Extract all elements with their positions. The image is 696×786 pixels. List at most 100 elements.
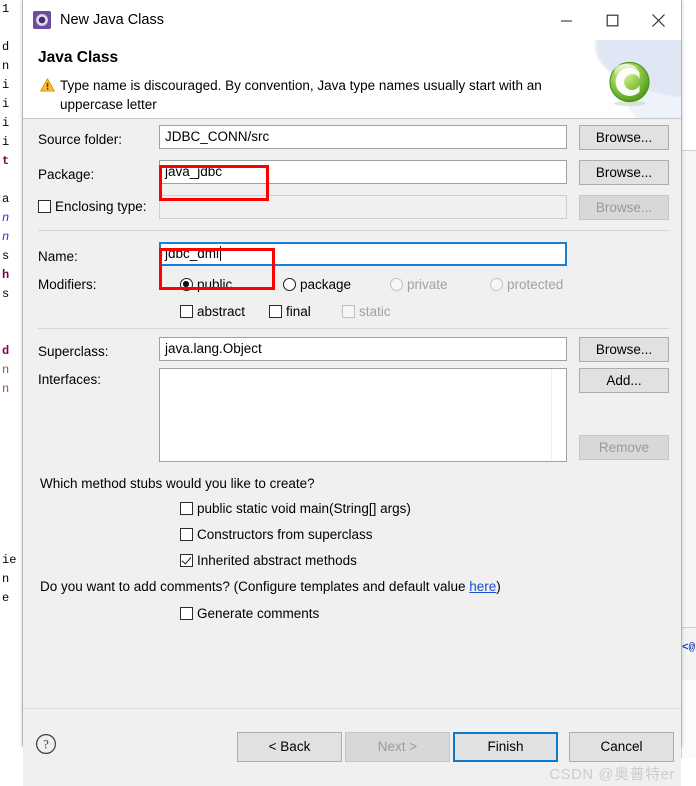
bg-code-line: t bbox=[2, 154, 10, 168]
interfaces-remove-button: Remove bbox=[579, 435, 669, 460]
radio-dot bbox=[180, 278, 193, 291]
configure-templates-link[interactable]: here bbox=[469, 579, 496, 594]
bg-code-line: i bbox=[2, 135, 10, 149]
checkbox-label: abstract bbox=[197, 304, 246, 319]
bg-code-line bbox=[0, 513, 22, 532]
validation-message-line1: Type name is discouraged. By convention,… bbox=[60, 78, 542, 93]
bg-code-line: n bbox=[2, 59, 10, 73]
bg-code-line: ie bbox=[2, 553, 17, 567]
validation-message-line2: uppercase letter bbox=[60, 97, 157, 112]
bg-code-line: i bbox=[2, 97, 10, 111]
enclosing-type-input bbox=[159, 195, 567, 219]
checkbox-label: public static void main(String[] args) bbox=[197, 501, 411, 516]
interfaces-list-scrollbar[interactable] bbox=[551, 369, 566, 461]
checkbox-label: Generate comments bbox=[197, 606, 320, 621]
superclass-input[interactable]: java.lang.Object bbox=[159, 337, 567, 361]
bg-code-line bbox=[0, 323, 22, 342]
bg-code-line: i bbox=[2, 116, 10, 130]
bg-code-line: d bbox=[2, 40, 10, 54]
checkbox-box bbox=[38, 200, 51, 213]
package-label: Package: bbox=[38, 167, 95, 182]
minimize-icon[interactable] bbox=[543, 0, 589, 40]
bg-code-line: e bbox=[2, 591, 10, 605]
watermark: CSDN @奥普特er bbox=[549, 766, 675, 783]
interfaces-add-button[interactable]: Add... bbox=[579, 368, 669, 393]
bg-code-line bbox=[0, 399, 22, 418]
method-stubs-question: Which method stubs would you like to cre… bbox=[40, 476, 315, 491]
checkbox-box bbox=[342, 305, 355, 318]
background-editor-left: 1 d n i i i i t a n n s h s d n n ie n e bbox=[0, 0, 22, 758]
bg-code-line bbox=[0, 418, 22, 437]
checkbox-box bbox=[180, 528, 193, 541]
checkbox-box bbox=[269, 305, 282, 318]
modifier-checkbox-final[interactable]: final bbox=[269, 304, 311, 319]
bg-code-marker: <@ bbox=[682, 642, 696, 654]
enclosing-type-browse-button: Browse... bbox=[579, 195, 669, 220]
stub-checkbox-constructors[interactable]: Constructors from superclass bbox=[180, 527, 373, 542]
source-folder-label: Source folder: bbox=[38, 132, 123, 147]
dialog-titlebar: New Java Class bbox=[23, 0, 681, 40]
modifier-checkbox-static: static bbox=[342, 304, 391, 319]
bg-code-line: i bbox=[2, 78, 10, 92]
radio-label: public bbox=[197, 277, 233, 292]
bg-code-line: n bbox=[2, 382, 10, 396]
source-folder-browse-button[interactable]: Browse... bbox=[579, 125, 669, 150]
generate-comments-checkbox[interactable]: Generate comments bbox=[180, 606, 319, 621]
help-question-icon[interactable]: ? bbox=[35, 733, 57, 755]
dialog-body: Source folder: JDBC_CONN/src Browse... P… bbox=[23, 119, 681, 708]
stub-checkbox-main[interactable]: public static void main(String[] args) bbox=[180, 501, 411, 516]
checkbox-box bbox=[180, 554, 193, 567]
new-java-class-dialog: New Java Class Java Class Type name is d… bbox=[22, 0, 682, 786]
checkbox-label: Constructors from superclass bbox=[197, 527, 373, 542]
bg-code-line bbox=[0, 437, 22, 456]
bg-code-line: n bbox=[2, 211, 10, 225]
section-divider bbox=[38, 328, 669, 329]
text-caret bbox=[220, 246, 222, 261]
dialog-header: Java Class Type name is discouraged. By … bbox=[23, 40, 681, 119]
enclosing-type-checkbox[interactable]: Enclosing type: bbox=[38, 199, 147, 214]
radio-label: private bbox=[407, 277, 448, 292]
interfaces-label: Interfaces: bbox=[38, 372, 102, 387]
eclipse-c-logo-icon bbox=[606, 61, 653, 108]
bg-code-line: 1 bbox=[2, 2, 10, 16]
dialog-title: New Java Class bbox=[60, 12, 164, 28]
name-input[interactable]: jdbc_dml bbox=[159, 242, 567, 266]
superclass-browse-button[interactable]: Browse... bbox=[579, 337, 669, 362]
background-editor-right: <@ bbox=[681, 0, 696, 758]
validation-message: Type name is discouraged. By convention,… bbox=[40, 76, 581, 114]
checkbox-label: Inherited abstract methods bbox=[197, 553, 357, 568]
comments-question-pre: Do you want to add comments? (Configure … bbox=[40, 579, 470, 594]
source-folder-input[interactable]: JDBC_CONN/src bbox=[159, 125, 567, 149]
modifier-checkbox-abstract[interactable]: abstract bbox=[180, 304, 245, 319]
checkbox-label: final bbox=[286, 304, 311, 319]
modifier-radio-private: private bbox=[390, 277, 448, 292]
page-title: Java Class bbox=[38, 49, 119, 66]
comments-question: Do you want to add comments? (Configure … bbox=[40, 579, 501, 594]
bg-code-line bbox=[0, 494, 22, 513]
bg-code-line bbox=[0, 171, 22, 190]
modifier-radio-package[interactable]: package bbox=[283, 277, 351, 292]
package-browse-button[interactable]: Browse... bbox=[579, 160, 669, 185]
modifier-radio-protected: protected bbox=[490, 277, 563, 292]
package-input[interactable]: java_jdbc bbox=[159, 160, 567, 184]
modifier-radio-public[interactable]: public bbox=[180, 277, 232, 292]
maximize-icon[interactable] bbox=[589, 0, 635, 40]
radio-dot bbox=[490, 278, 503, 291]
comments-question-post: ) bbox=[496, 579, 501, 594]
name-input-value: jdbc_dml bbox=[165, 246, 220, 261]
bg-code-line: n bbox=[2, 572, 10, 586]
stub-checkbox-inherited[interactable]: Inherited abstract methods bbox=[180, 553, 357, 568]
radio-label: protected bbox=[507, 277, 564, 292]
radio-dot bbox=[283, 278, 296, 291]
superclass-label: Superclass: bbox=[38, 344, 109, 359]
window-controls bbox=[543, 0, 681, 40]
enclosing-type-label: Enclosing type: bbox=[55, 199, 147, 214]
interfaces-list[interactable] bbox=[159, 368, 567, 462]
bg-panel-band bbox=[682, 0, 696, 151]
close-icon[interactable] bbox=[635, 0, 681, 40]
radio-dot bbox=[390, 278, 403, 291]
section-divider bbox=[38, 230, 669, 231]
name-label: Name: bbox=[38, 249, 78, 264]
warning-triangle-icon bbox=[40, 78, 55, 92]
bg-code-line bbox=[0, 456, 22, 475]
